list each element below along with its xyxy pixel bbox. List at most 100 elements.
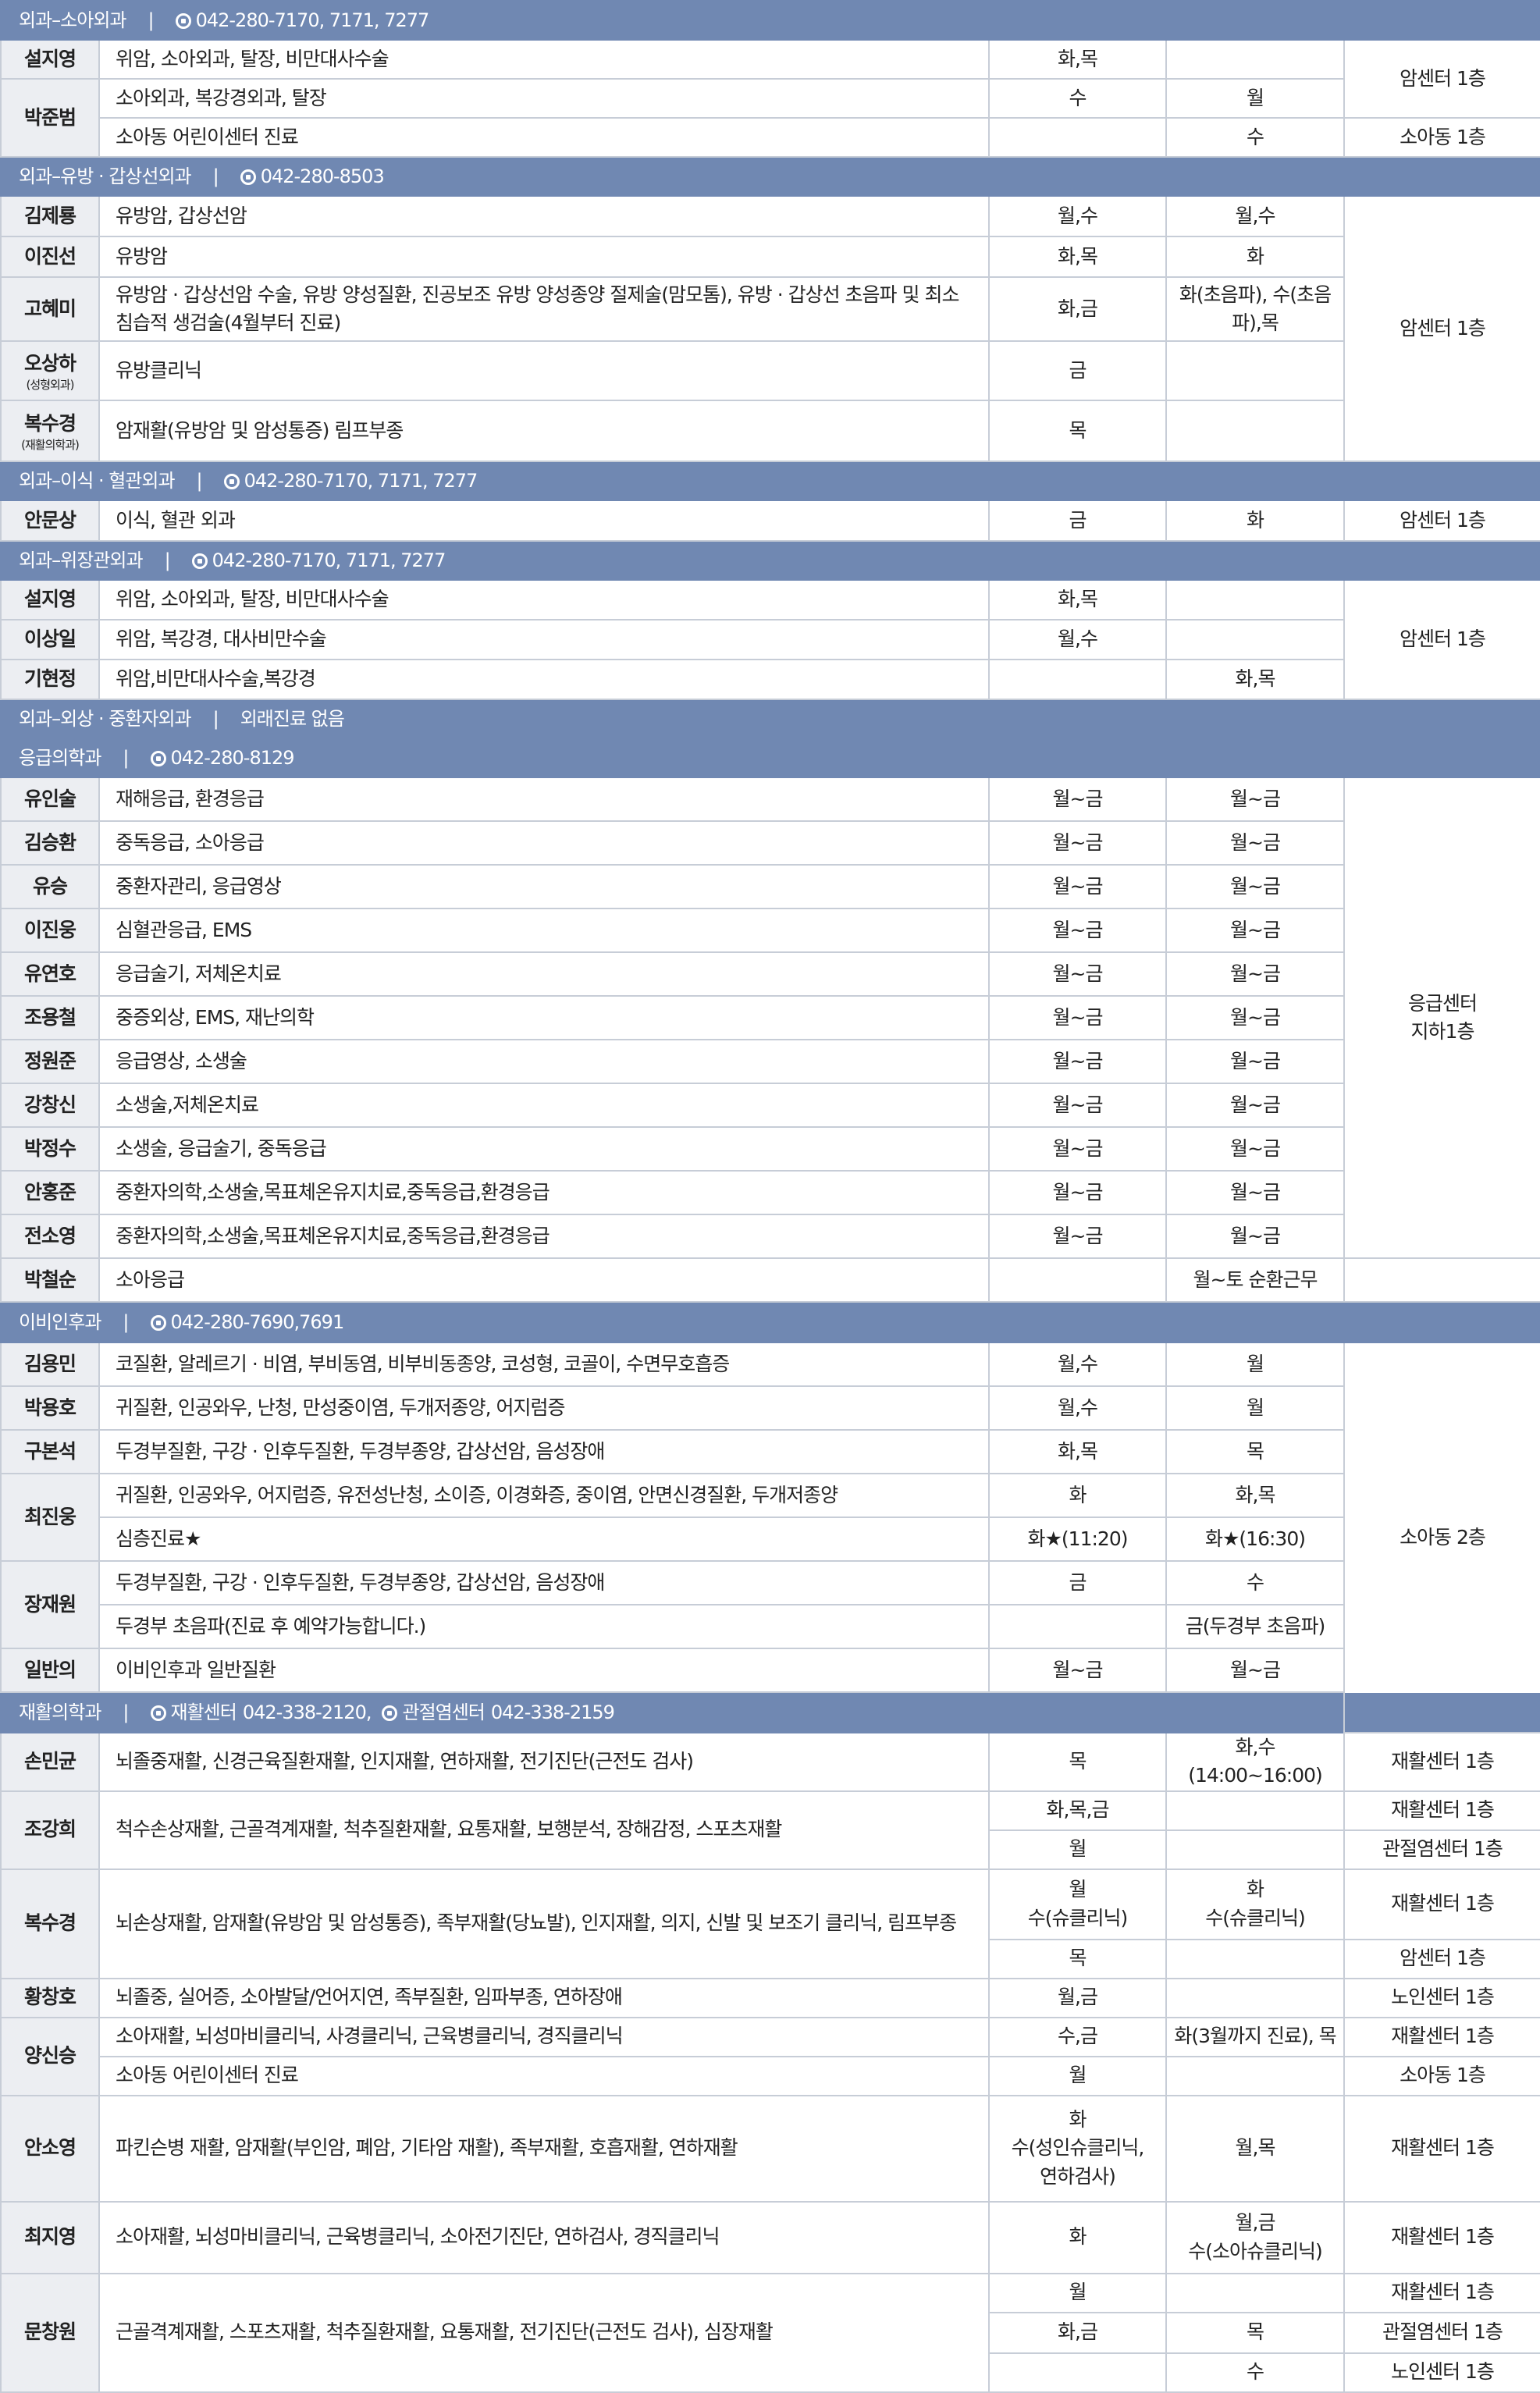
pm-schedule: 월 [1165,78,1345,119]
schedule-row: 김승환 중독응급, 소아응급 월~금 월~금 [0,820,1540,866]
phone-icon [150,1705,166,1721]
specialty: 소아재활, 뇌성마비클리닉, 근육병클리닉, 소아전기진단, 연하검사, 경직클… [98,2200,990,2274]
phone-number[interactable]: 042-280-7170, 7171, 7277 [244,470,478,492]
department-name: 외과–위장관외과 [19,549,144,571]
doctor-name-text: 양신승 [23,2044,76,2068]
specialty: 척수손상재활, 근골격계재활, 척추질환재활, 요통재활, 보행분석, 장해감정… [98,1790,990,1870]
am-schedule-text: 목 [1069,1947,1087,1970]
specialty: 귀질환, 인공와우, 난청, 만성중이염, 두개저종양, 어지럼증 [98,1385,990,1431]
am-schedule: 화,목 [988,39,1167,80]
clinic-location: 관절염센터 1층 [1343,2311,1540,2354]
specialty-text: 두경부질환, 구강 · 인후두질환, 두경부종양, 갑상선암, 음성장애 [116,1570,605,1594]
clinic-location: 응급센터 지하1층 [1343,777,1540,1259]
phone-number[interactable]: 042-280-8129 [171,747,295,769]
specialty-text: 위암, 소아외과, 탈장, 비만대사수술 [116,588,389,611]
pm-schedule: 월~금 [1165,1170,1345,1215]
doctor-name: 강창신 [0,1083,100,1128]
pm-schedule: 월~금 [1165,777,1345,822]
specialty: 유방클리닉 [98,340,990,401]
doctor-name-text: 설지영 [23,47,76,70]
phone-number[interactable]: 042-280-8503 [261,165,385,187]
pm-schedule: 금(두경부 초음파) [1165,1604,1345,1649]
phone-number[interactable]: 042-338-2159 [491,1701,615,1723]
schedule-row: 조강희 척수손상재활, 근골격계재활, 척추질환재활, 요통재활, 보행분석, 장… [0,1790,1540,1870]
pm-schedule: 화 [1165,500,1345,542]
department-name: 외과–유방 · 갑상선외과 [19,165,192,187]
pm-schedule [1165,39,1345,80]
schedule-row: 박용호 귀질환, 인공와우, 난청, 만성중이염, 두개저종양, 어지럼증 월,수 월 [0,1385,1540,1431]
am-schedule-text: 월~금 [1052,830,1104,854]
am-schedule: 월,수 [988,619,1167,660]
am-schedule-text: 수,금 [1058,2025,1098,2048]
schedule-row: 두경부 초음파(진료 후 예약가능합니다.) 금(두경부 초음파) [1,1604,1540,1649]
am-schedule: 목 [988,1732,1167,1792]
specialty-text: 응급영상, 소생술 [116,1049,247,1072]
pm-schedule: 월~금 [1165,951,1345,997]
schedule-row: 기현정 위암,비만대사수술,복강경 화,목 [0,659,1540,700]
clinic-location-text: 암센터 1층 [1400,508,1486,532]
am-schedule-text: 화,목 [1058,588,1098,611]
doctor-name-text: 안홍준 [23,1180,76,1204]
phone-number[interactable]: 042-280-7690,7691 [171,1311,345,1333]
schedule-row: 설지영 위암, 소아외과, 탈장, 비만대사수술 화,목 암센터 1층 [0,39,1540,119]
clinic-location-text: 암센터 1층 [1400,316,1486,340]
specialty: 뇌졸중재활, 신경근육질환재활, 인지재활, 연하재활, 전기진단(근전도 검사… [98,1732,990,1792]
pm-schedule-text: 월~금 [1230,830,1281,854]
clinic-location: 소아동 1층 [1343,117,1540,158]
am-schedule-text: 월~금 [1052,1049,1104,1072]
am-schedule: 월~금 [988,908,1167,953]
am-schedule-text: 월~금 [1052,1180,1104,1204]
pm-schedule-text: 수 [1246,125,1264,148]
am-schedule: 수 [988,78,1167,119]
am-schedule-text: 월~금 [1052,874,1104,898]
am-schedule-text: 월,수 [1058,1396,1098,1419]
specialty-text: 척수손상재활, 근골격계재활, 척추질환재활, 요통재활, 보행분석, 장해감정… [116,1818,782,1841]
phone-number[interactable]: 042-338-2120, [243,1701,372,1723]
am-schedule [988,1604,1167,1649]
specialty: 재해응급, 환경응급 [98,777,990,822]
phone-number[interactable]: 042-280-7170, 7171, 7277 [212,549,446,571]
pm-schedule-text: 목 [1246,1439,1264,1463]
am-schedule-text: 월~금 [1052,1136,1104,1160]
am-schedule: 월~금 [988,1648,1167,1693]
schedule-row: 안소영 파킨슨병 재활, 암재활(부인암, 폐암, 기타암 재활), 족부재활, … [0,2094,1540,2203]
clinic-location-text: 소아동 1층 [1400,125,1486,148]
schedule-row: 복수경 (재활의학과) 암재활(유방암 및 암성통증) 림프부종 목 [0,400,1540,462]
phone-number[interactable]: 042-280-7170, 7171, 7277 [196,9,430,31]
separator: | [123,1310,129,1333]
doctor-name: 일반의 [0,1648,100,1693]
doctor-name: 조용철 [0,995,100,1040]
pm-schedule-text: 화,목 [1235,667,1276,691]
am-schedule-text: 금 [1069,508,1087,532]
pm-schedule: 화(3월까지 진료), 목 [1165,2016,1345,2057]
specialty: 뇌손상재활, 암재활(유방암 및 암성통증), 족부재활(당뇨발), 인지재활,… [98,1868,990,1979]
department-header: 외과–유방 · 갑상선외과 | 042-280-8503 [0,156,1540,197]
pm-schedule [1165,1977,1345,2018]
pm-schedule [1165,1790,1345,1831]
pm-schedule: 수 [1165,2352,1345,2393]
specialty-text: 근골격계재활, 스포츠재활, 척추질환재활, 요통재활, 전기진단(근전도 검사… [116,2320,774,2344]
specialty-text: 유방암, 갑상선암 [116,204,247,227]
am-schedule-text: 화 수(성인슈클리닉, 연하검사) [1011,2108,1145,2188]
specialty-text: 뇌졸중재활, 신경근육질환재활, 인지재활, 연하재활, 전기진단(근전도 검사… [116,1750,694,1773]
clinic-location: 암센터 1층 [1343,579,1540,700]
specialty-text: 유방암 [116,244,168,268]
doctor-name-text: 황창호 [23,1986,76,2009]
doctor-name-text: 구본석 [23,1439,76,1463]
clinic-location [1343,1257,1540,1303]
am-schedule: 화,목 [988,1429,1167,1474]
am-schedule: 월,수 [988,1385,1167,1431]
am-schedule-text: 화,목,금 [1046,1798,1110,1822]
specialty: 소생술, 응급술기, 중독응급 [98,1126,990,1172]
clinic-location-text: 재활센터 1층 [1391,2281,1495,2304]
specialty-text: 소아재활, 뇌성마비클리닉, 근육병클리닉, 소아전기진단, 연하검사, 경직클… [116,2225,720,2249]
specialty-text: 소생술, 응급술기, 중독응급 [116,1136,327,1160]
am-schedule: 금 [988,500,1167,542]
schedule-row: 안홍준 중환자의학,소생술,목표체온유지치료,중독응급,환경응급 월~금 월~금 [0,1170,1540,1215]
specialty: 중환자관리, 응급영상 [98,864,990,909]
department-name: 재활의학과 [19,1701,101,1723]
specialty-text: 두경부질환, 구강 · 인후두질환, 두경부종양, 갑상선암, 음성장애 [116,1439,605,1463]
specialty-text: 파킨슨병 재활, 암재활(부인암, 폐암, 기타암 재활), 족부재활, 호흡재… [116,2136,738,2160]
schedule-row: 손민균 뇌졸중재활, 신경근육질환재활, 인지재활, 연하재활, 전기진단(근전도… [0,1732,1540,1792]
doctor-name-text: 안소영 [23,2136,76,2160]
